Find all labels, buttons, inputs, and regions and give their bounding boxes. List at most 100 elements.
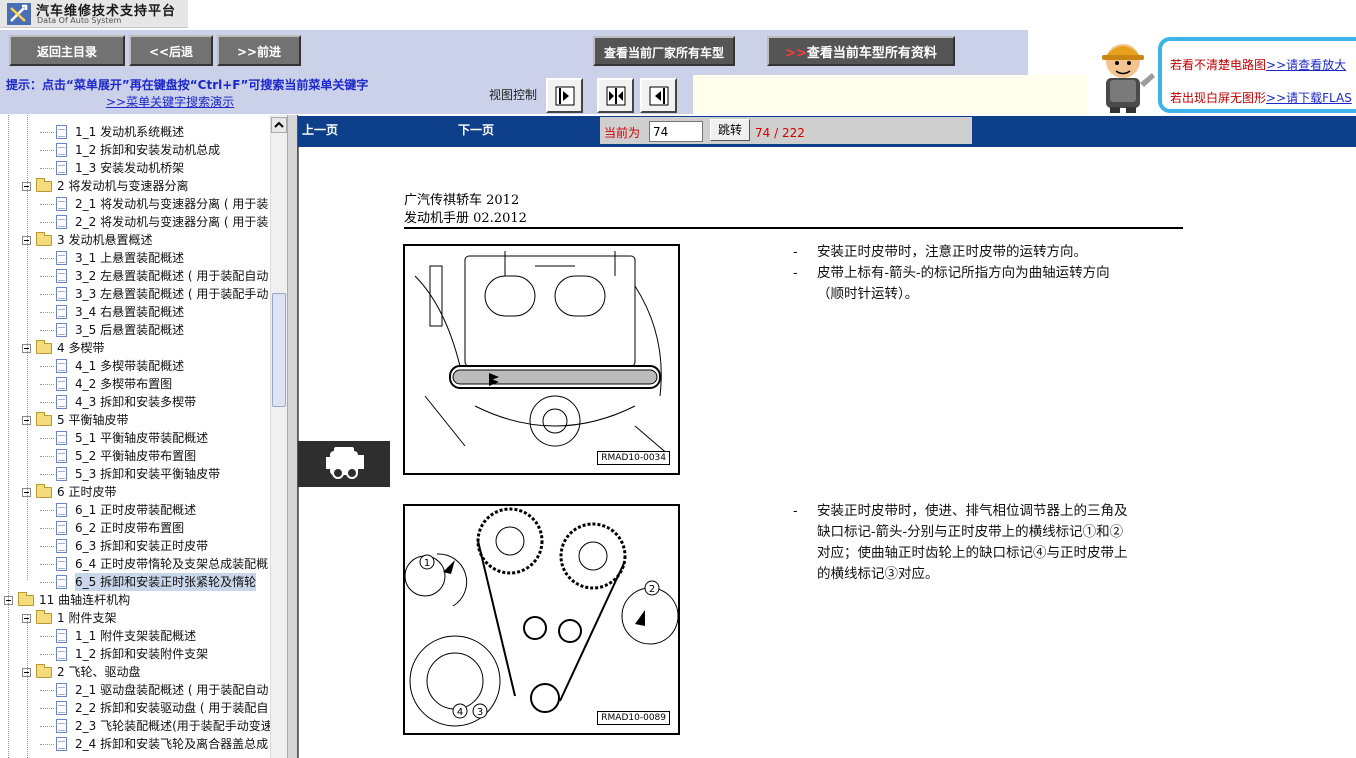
tree-item-label: 6_3 拆卸和安装正时皮带 xyxy=(75,539,209,553)
tree-folder[interactable]: 5 平衡轴皮带 xyxy=(0,411,270,429)
tree-connector xyxy=(40,564,54,565)
tree-item[interactable]: 2_4 拆卸和安装飞轮及离合器盖总成 xyxy=(0,735,270,753)
tree-item[interactable]: 4_2 多楔带布置图 xyxy=(0,375,270,393)
tree-item[interactable]: 1_3 安装发动机桥架 xyxy=(0,159,270,177)
tree-folder-label: 2 将发动机与变速器分离 xyxy=(57,179,189,193)
tree-item-label: 4_3 拆卸和安装多楔带 xyxy=(75,395,197,409)
folder-open-icon xyxy=(18,592,34,606)
document-icon xyxy=(56,719,67,733)
tree-item-label: 4_1 多楔带装配概述 xyxy=(75,359,185,373)
tree-folder[interactable]: 2 飞轮、驱动盘 xyxy=(0,663,270,681)
jump-button[interactable]: 跳转 xyxy=(710,119,750,141)
document-icon xyxy=(56,431,67,445)
tree-item[interactable]: 5_1 平衡轴皮带装配概述 xyxy=(0,429,270,447)
tree-connector xyxy=(40,366,54,367)
tree-item[interactable]: 1_1 附件支架装配概述 xyxy=(0,627,270,645)
next-page-link[interactable]: 下一页 xyxy=(458,121,494,138)
view-collapse-button[interactable] xyxy=(640,78,677,113)
tree-item[interactable]: 3_4 右悬置装配概述 xyxy=(0,303,270,321)
navigation-bar: 返回主目录 <<后退 >>前进 查看当前厂家所有车型 >>查看当前车型所有资料 xyxy=(0,30,1028,75)
tree-folder-label: 11 曲轴连杆机构 xyxy=(39,593,131,607)
tree-scrollbar[interactable] xyxy=(270,115,287,758)
tree-item[interactable]: 1_2 拆卸和安装发动机总成 xyxy=(0,141,270,159)
folder-open-icon xyxy=(36,232,52,246)
download-flash-link[interactable]: >>请下载FLAS xyxy=(1266,91,1352,105)
tree-folder-label: 5 平衡轴皮带 xyxy=(57,413,129,427)
tree-connector xyxy=(40,276,54,277)
tree-item-label: 4_2 多楔带布置图 xyxy=(75,377,173,391)
tree-folder[interactable]: 11 曲轴连杆机构 xyxy=(0,591,270,609)
tree-item[interactable]: 1_2 拆卸和安装附件支架 xyxy=(0,645,270,663)
tree-folder-label: 3 发动机悬置概述 xyxy=(57,233,153,247)
tree-folder[interactable]: 2 将发动机与变速器分离 xyxy=(0,177,270,195)
tree-item[interactable]: 6_1 正时皮带装配概述 xyxy=(0,501,270,519)
prev-page-link[interactable]: 上一页 xyxy=(302,121,338,138)
tree-item[interactable]: 2_2 将发动机与变速器分离 ( 用于装 xyxy=(0,213,270,231)
tree-connector xyxy=(40,294,54,295)
tree-item[interactable]: 1_1 发动机系统概述 xyxy=(0,123,270,141)
tree-item[interactable]: 6_3 拆卸和安装正时皮带 xyxy=(0,537,270,555)
current-page-label: 当前为 xyxy=(604,126,641,140)
scroll-thumb[interactable] xyxy=(272,293,286,407)
document-header-model: 广汽传祺轿车 2012 xyxy=(404,193,520,208)
step-text: 对应；使曲轴正时齿轮上的缺口标记④与正时皮带上 xyxy=(817,545,1128,561)
document-icon xyxy=(56,323,67,337)
tree-item[interactable]: 4_3 拆卸和安装多楔带 xyxy=(0,393,270,411)
tree-folder[interactable]: 3 发动机悬置概述 xyxy=(0,231,270,249)
tree-connector xyxy=(40,150,54,151)
document-icon xyxy=(56,575,67,589)
all-info-prefix: >> xyxy=(785,46,807,61)
view-expand-button[interactable] xyxy=(546,78,583,113)
view-split-button[interactable] xyxy=(597,78,634,113)
tree-item[interactable]: 3_5 后悬置装配概述 xyxy=(0,321,270,339)
tree-folder[interactable]: 1 附件支架 xyxy=(0,609,270,627)
tree-item[interactable]: 2_1 驱动盘装配概述 ( 用于装配自动 xyxy=(0,681,270,699)
tree-item[interactable]: 6_2 正时皮带布置图 xyxy=(0,519,270,537)
svg-text:1: 1 xyxy=(424,558,430,569)
step-text: 缺口标记-箭头-分别与正时皮带上的横线标记①和② xyxy=(817,524,1124,540)
tree-item[interactable]: 5_2 平衡轴皮带布置图 xyxy=(0,447,270,465)
tree-item-label: 1_1 附件支架装配概述 xyxy=(75,629,197,643)
document-icon xyxy=(56,539,67,553)
hint-text: 提示：点击“菜单展开”再在键盘按“Ctrl+F”可搜索当前菜单关键字 xyxy=(6,78,369,92)
view-all-models-button[interactable]: 查看当前厂家所有车型 xyxy=(593,36,735,66)
forward-button[interactable]: >>前进 xyxy=(217,35,301,66)
tree-item[interactable]: 3_1 上悬置装配概述 xyxy=(0,249,270,267)
step-text: 安装正时皮带时，注意正时皮带的运转方向。 xyxy=(817,244,1087,260)
view-all-info-button[interactable]: >>查看当前车型所有资料 xyxy=(767,36,955,66)
tree-folder[interactable]: 6 正时皮带 xyxy=(0,483,270,501)
tree-item[interactable]: 6_4 正时皮带惰轮及支架总成装配概 xyxy=(0,555,270,573)
document-icon xyxy=(56,125,67,139)
search-demo-link[interactable]: >>菜单关键字搜索演示 xyxy=(106,93,234,110)
document-icon xyxy=(56,521,67,535)
document-icon xyxy=(56,449,67,463)
tree-connector xyxy=(40,222,54,223)
tree-connector xyxy=(40,708,54,709)
page-number-input[interactable] xyxy=(649,121,703,142)
tree-item[interactable]: 6_5 拆卸和安装正时张紧轮及惰轮 xyxy=(0,573,270,591)
all-info-label: 查看当前车型所有资料 xyxy=(806,46,937,61)
tree-item-label: 3_1 上悬置装配概述 xyxy=(75,251,185,265)
panel-divider[interactable] xyxy=(287,115,298,758)
menu-tree: 1_1 发动机系统概述 1_2 拆卸和安装发动机总成 1_3 安装发动机桥架 2 将发… xyxy=(0,115,270,758)
tree-item-label: 2_2 拆卸和安装驱动盘 ( 用于装配自 xyxy=(75,701,269,715)
tree-item[interactable]: 2_3 飞轮装配概述(用于装配手动变速 xyxy=(0,717,270,735)
zoom-view-link[interactable]: >>请查看放大 xyxy=(1266,58,1346,72)
document-icon xyxy=(56,377,67,391)
tree-item[interactable]: 2_2 拆卸和安装驱动盘 ( 用于装配自 xyxy=(0,699,270,717)
mechanic-mascot-icon xyxy=(1102,44,1155,113)
tree-item[interactable]: 5_3 拆卸和安装平衡轴皮带 xyxy=(0,465,270,483)
tree-item[interactable]: 3_3 左悬置装配概述 ( 用于装配手动 xyxy=(0,285,270,303)
home-button[interactable]: 返回主目录 xyxy=(9,35,125,66)
tree-item-label: 6_4 正时皮带惰轮及支架总成装配概 xyxy=(75,557,269,571)
tree-item-label: 6_1 正时皮带装配概述 xyxy=(75,503,197,517)
tree-folder[interactable]: 4 多楔带 xyxy=(0,339,270,357)
tree-connector xyxy=(40,546,54,547)
back-button[interactable]: <<后退 xyxy=(129,35,213,66)
tree-item[interactable]: 2_1 将发动机与变速器分离 ( 用于装 xyxy=(0,195,270,213)
page-count: 74 / 222 xyxy=(755,126,805,140)
scroll-up-button[interactable] xyxy=(271,117,287,133)
tree-item[interactable]: 4_1 多楔带装配概述 xyxy=(0,357,270,375)
title-bar: 汽车维修技术支持平台 Data Of Auto System xyxy=(0,0,1356,30)
tree-item[interactable]: 3_2 左悬置装配概述 ( 用于装配自动 xyxy=(0,267,270,285)
